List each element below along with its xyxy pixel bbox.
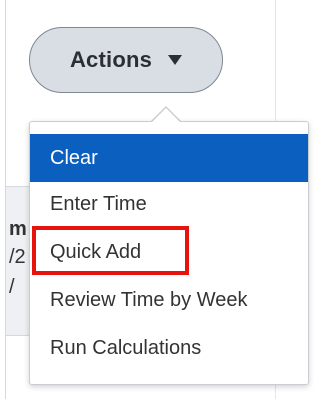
column-divider-lower: [275, 385, 276, 399]
column-divider: [275, 0, 276, 122]
background-text-fragment: m: [9, 218, 27, 240]
actions-dropdown-menu: Clear Enter Time Quick Add Review Time b…: [29, 121, 309, 385]
actions-button[interactable]: Actions: [29, 27, 223, 93]
menu-pointer-fill: [151, 108, 181, 123]
actions-button-label: Actions: [69, 47, 153, 72]
menu-item-run-calculations[interactable]: Run Calculations: [30, 324, 308, 372]
screen: m /2 / Actions Clear Enter Time Quick Ad…: [0, 0, 318, 399]
caret-down-icon: [168, 55, 183, 65]
menu-item-enter-time[interactable]: Enter Time: [30, 180, 308, 228]
menu-item-clear[interactable]: Clear: [30, 134, 308, 182]
menu-item-quick-add[interactable]: Quick Add: [30, 228, 308, 276]
background-text-fragment: /2: [9, 246, 26, 268]
menu-item-review-time-by-week[interactable]: Review Time by Week: [30, 276, 308, 324]
background-text-fragment: /: [9, 276, 15, 298]
